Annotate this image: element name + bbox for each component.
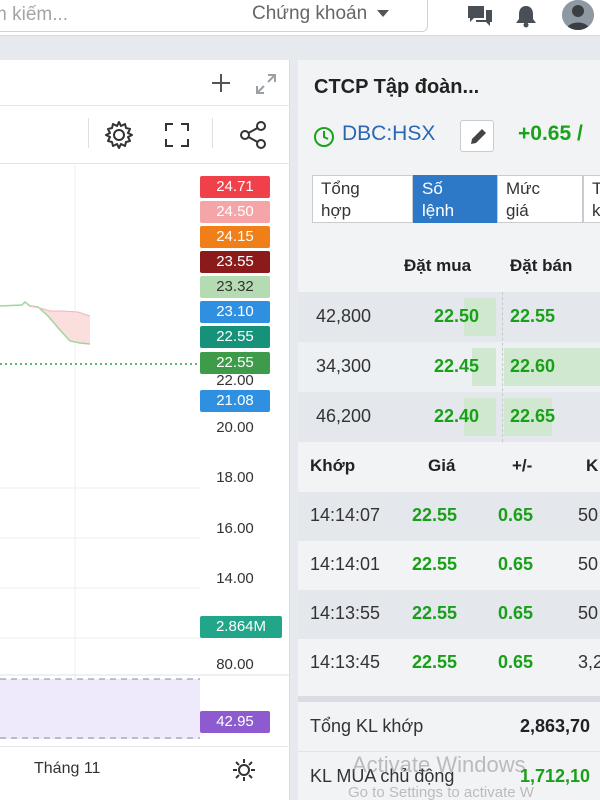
summary-total-row: Tổng KL khớp 2,863,70 [298,702,600,752]
stock-detail-panel: CTCP Tập đoàn... DBC:HSX +0.65 / Tổng hợp… [298,60,600,800]
month-label: Tháng 11 [34,760,101,777]
orderbook: 42,800 22.50 22.55 34,300 22.45 22.60 46… [298,292,600,442]
price-range-area [0,302,90,344]
axis-label: 18.00 [216,469,254,486]
bell-icon[interactable] [513,4,539,28]
axis-label: 16.00 [216,520,254,537]
price-tag: 22.55 [200,326,270,348]
company-name: CTCP Tập đoàn... [314,76,480,98]
trades-price-header: Giá [428,456,456,475]
price-tag: 21.08 [200,390,270,412]
chevron-down-icon [377,10,390,18]
price-tag: 23.32 [200,276,270,298]
tab-more[interactable]: Tk [583,175,600,223]
chart-panel: 24.71 24.50 24.15 23.55 23.32 23.10 22.5… [0,60,290,800]
fullscreen-icon[interactable] [164,122,190,148]
tab-tong-hop[interactable]: Tổng hợp [312,175,413,223]
orderbook-row[interactable]: 42,800 22.50 22.55 [298,292,600,342]
detail-tabs: Tổng hợp Số lệnh Mức giá Tk [312,175,600,223]
share-icon[interactable] [238,120,268,150]
pencil-icon [471,129,486,144]
axis-label: 14.00 [216,570,254,587]
trades-change-header: +/- [512,456,533,475]
trades-vol-header: K [586,456,599,475]
volume-tag: 2.864M [200,616,282,638]
orderbook-row[interactable]: 34,300 22.45 22.60 [298,342,600,392]
orderbook-ask-header: Đặt bán [510,256,573,275]
search-box: Chứng khoán [0,0,428,32]
clock-icon [314,127,334,147]
chat-icon[interactable] [467,4,493,28]
price-tag: 24.15 [200,226,270,248]
toolbar-divider [88,118,89,148]
trade-row[interactable]: 14:13:45 22.55 0.65 3,20 [298,639,600,688]
plus-icon[interactable] [210,72,232,94]
orderbook-row[interactable]: 46,200 22.40 22.65 [298,392,600,442]
price-tag: 23.55 [200,251,270,273]
trades-time-header: Khớp [310,456,356,475]
indicator-axis-label: 80.00 [216,656,254,673]
ticker-row: DBC:HSX +0.65 / [312,120,600,154]
edit-button[interactable] [460,120,494,152]
price-change: +0.65 / [518,122,583,145]
search-category-select[interactable]: Chứng khoán [252,3,390,25]
sun-icon[interactable] [232,758,256,782]
tab-so-lenh[interactable]: Số lệnh [413,175,497,223]
price-tag: 24.71 [200,176,270,198]
activation-watermark: Activate Windows [352,752,526,777]
trade-row[interactable]: 14:14:01 22.55 0.65 50 [298,541,600,590]
search-category-label: Chứng khoán [252,3,368,24]
axis-label: 20.00 [216,419,254,436]
price-tag: 23.10 [200,301,270,323]
indicator-tag: 42.95 [200,711,270,733]
axis-label: 22.00 [216,372,254,389]
tab-muc-gia[interactable]: Mức giá [497,175,583,223]
price-tag: 24.50 [200,201,270,223]
gear-icon[interactable] [104,120,134,150]
activation-watermark-sub: Go to Settings to activate W [348,784,534,800]
last-price-tag: 22.55 [200,352,270,374]
avatar[interactable] [562,0,594,30]
ticker-symbol[interactable]: DBC:HSX [342,122,435,146]
trade-row[interactable]: 14:13:55 22.55 0.65 50 [298,590,600,639]
chart-panel-header [0,60,290,106]
search-input[interactable] [0,0,235,30]
orderbook-bid-header: Đặt mua [404,256,472,275]
top-bar: Chứng khoán [0,0,600,36]
chart-toolbar [0,106,290,164]
trade-row[interactable]: 14:14:07 22.55 0.65 50 [298,492,600,541]
expand-icon[interactable] [254,72,278,96]
toolbar-divider [212,118,213,148]
